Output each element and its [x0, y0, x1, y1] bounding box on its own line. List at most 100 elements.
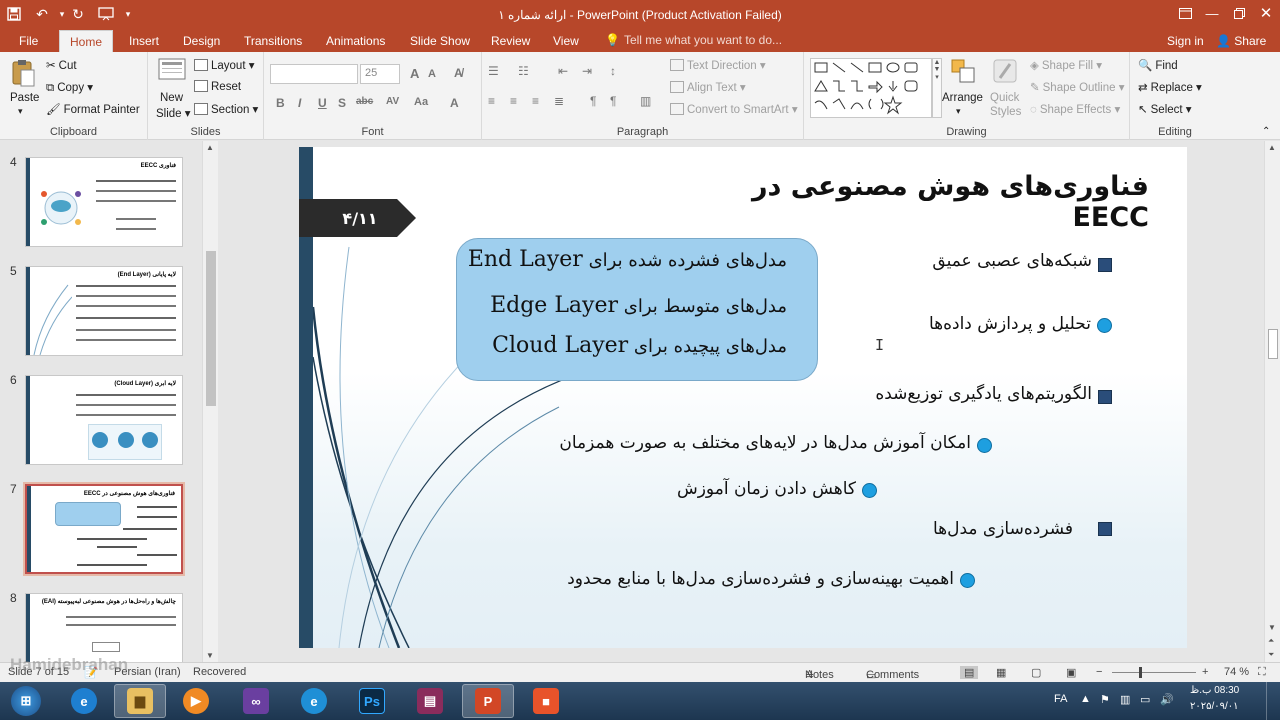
edge-browser-icon[interactable]: e	[288, 684, 340, 718]
bullets-icon[interactable]: ☰	[488, 64, 499, 78]
shapes-more-icon[interactable]: ▲ ▼ ▾	[932, 58, 942, 118]
normal-view-icon[interactable]: ▤	[960, 666, 979, 679]
reading-view-icon[interactable]: ▢	[1031, 666, 1041, 679]
next-slide-icon[interactable]: ⏷	[1268, 650, 1274, 660]
grow-font-button[interactable]: A	[410, 66, 419, 81]
flag-icon[interactable]: ⚑	[1100, 693, 1110, 706]
thumbnails-scrollbar[interactable]: ▲ ▼	[202, 141, 218, 662]
bullet-item[interactable]: تحلیل و پردازش داده‌ها	[929, 314, 1091, 334]
tab-animations[interactable]: Animations	[326, 33, 385, 52]
zoom-out-icon[interactable]: −	[1096, 666, 1102, 678]
bullet-item[interactable]: فشرده‌سازی مدل‌ها	[933, 519, 1073, 539]
language-tray[interactable]: FA	[1054, 693, 1067, 705]
shape-effects-button[interactable]: ◌ Shape Effects ▾	[1030, 102, 1120, 116]
slide-sorter-icon[interactable]: ▦	[996, 666, 1006, 679]
maximize-icon[interactable]	[1224, 2, 1254, 24]
copy-button[interactable]: ⧉ Copy ▾	[46, 80, 93, 95]
share-button[interactable]: 👤 Share	[1216, 33, 1266, 52]
tell-me-box[interactable]: 💡 Tell me what you want to do...	[605, 33, 782, 47]
tab-transitions[interactable]: Transitions	[244, 33, 302, 52]
collapse-ribbon-icon[interactable]: ⌃	[1262, 126, 1270, 137]
clock-time[interactable]: 08:30 ب.ظ	[1190, 685, 1239, 696]
format-painter-button[interactable]: 🖌 Format Painter	[46, 102, 140, 116]
decrease-indent-icon[interactable]: ⇤	[558, 64, 568, 78]
fit-slide-icon[interactable]: ⛶	[1258, 666, 1266, 679]
slideshow-view-icon[interactable]: ▣	[1066, 666, 1076, 679]
thumbnail-slide-5[interactable]: لایه پایانی (End Layer)	[25, 266, 183, 356]
bullet-item[interactable]: اهمیت بهینه‌سازی و فشرده‌سازی مدل‌ها با …	[567, 569, 954, 589]
tab-insert[interactable]: Insert	[129, 33, 159, 52]
new-slide-icon[interactable]	[158, 58, 186, 86]
select-button[interactable]: ↖ Select ▾	[1138, 102, 1192, 116]
paste-icon[interactable]	[10, 58, 36, 87]
arrange-button[interactable]: Arrange	[942, 92, 983, 104]
editor-scroll-thumb[interactable]	[1268, 329, 1278, 359]
winrar-icon[interactable]: ▤	[404, 684, 456, 718]
font-name-combo[interactable]	[270, 64, 358, 84]
char-spacing-icon[interactable]: AV	[386, 96, 399, 107]
paste-dropdown-icon[interactable]: ▾	[18, 106, 23, 117]
minimize-icon[interactable]: —	[1197, 2, 1227, 24]
shape-outline-button[interactable]: ✎ Shape Outline ▾	[1030, 80, 1125, 94]
align-text-button[interactable]: Align Text ▾	[670, 80, 746, 94]
prev-slide-icon[interactable]: ⏶	[1268, 636, 1274, 646]
change-case-button[interactable]: Aa	[414, 96, 428, 108]
zoom-in-icon[interactable]: +	[1202, 666, 1208, 678]
restore-ribbon-icon[interactable]	[1170, 2, 1200, 24]
scroll-up-icon[interactable]: ▲	[206, 143, 214, 152]
thumbnail-slide-8[interactable]: چالش‌ها و راه‌حل‌ها در هوش مصنوعی لبه‌پی…	[25, 593, 183, 662]
bullet-item[interactable]: شبکه‌های عصبی عمیق	[932, 251, 1092, 271]
quick-styles-label-2[interactable]: Styles	[990, 106, 1021, 118]
tab-home[interactable]: Home	[59, 30, 114, 52]
tab-review[interactable]: Review	[491, 33, 530, 52]
align-left-icon[interactable]: ≡	[488, 94, 495, 108]
italic-button[interactable]: I	[298, 96, 301, 110]
font-size-combo[interactable]: 25	[360, 64, 400, 84]
strikethrough-button[interactable]: abc	[356, 96, 373, 107]
zoom-slider-track[interactable]	[1112, 672, 1196, 673]
slide-canvas[interactable]: ۴/۱۱ فناوری‌های هوش مصنوعی در EECC مدل‌ه…	[299, 147, 1187, 648]
paste-button[interactable]: Paste	[10, 92, 39, 104]
arrange-icon[interactable]	[950, 58, 976, 86]
shadow-button[interactable]: S	[338, 96, 346, 110]
network-icon[interactable]: ▥	[1120, 693, 1130, 706]
rtl-icon[interactable]: ¶	[610, 94, 616, 108]
align-center-icon[interactable]: ≡	[510, 94, 517, 108]
shape-fill-button[interactable]: ◈ Shape Fill ▾	[1030, 58, 1102, 72]
quick-styles-label-1[interactable]: Quick	[990, 92, 1019, 104]
photoshop-icon[interactable]: Ps	[346, 684, 398, 718]
thumbnails-scroll-thumb[interactable]	[206, 251, 216, 406]
visual-studio-icon[interactable]: ∞	[230, 684, 282, 718]
underline-button[interactable]: U	[318, 96, 327, 110]
tab-slide-show[interactable]: Slide Show	[410, 33, 470, 52]
show-desktop-button[interactable]	[1266, 682, 1280, 720]
zoom-level[interactable]: 74 %	[1224, 666, 1249, 678]
thumbnail-slide-7[interactable]: فناوری‌های هوش مصنوعی در EECC	[23, 482, 185, 576]
tab-design[interactable]: Design	[183, 33, 220, 52]
text-direction-button[interactable]: Text Direction ▾	[670, 58, 766, 72]
find-button[interactable]: 🔍 Find	[1138, 58, 1178, 72]
line-spacing-icon[interactable]: ↕	[610, 64, 616, 78]
screen-recorder-icon[interactable]: ■	[520, 684, 572, 718]
close-icon[interactable]: ✕	[1251, 2, 1280, 24]
bullet-item[interactable]: کاهش دادن زمان آموزش	[677, 479, 856, 499]
powerpoint-icon[interactable]: P	[462, 684, 514, 718]
thumbnail-slide-6[interactable]: لایه ابری (Cloud Layer)	[25, 375, 183, 465]
tab-file[interactable]: File	[19, 33, 38, 52]
quick-styles-icon[interactable]	[992, 58, 1018, 86]
editor-scrollbar[interactable]: ▲ ▼ ⏶ ⏷	[1264, 141, 1280, 662]
layout-button[interactable]: Layout ▾	[194, 58, 255, 72]
clock-date[interactable]: ۲۰۲۵/۰۹/۰۱	[1190, 701, 1239, 712]
slide-title[interactable]: فناوری‌های هوش مصنوعی در EECC	[739, 171, 1149, 233]
section-button[interactable]: Section ▾	[194, 102, 258, 116]
volume-icon[interactable]: 🔊	[1160, 693, 1174, 706]
shapes-gallery[interactable]	[810, 58, 932, 118]
reset-button[interactable]: Reset	[194, 80, 241, 93]
ltr-icon[interactable]: ¶	[590, 94, 596, 108]
new-slide-label-2[interactable]: Slide ▾	[156, 106, 191, 120]
columns-icon[interactable]: ▥	[640, 94, 651, 108]
sign-in-link[interactable]: Sign in	[1167, 33, 1204, 52]
thumbnail-slide-4[interactable]: فناوری EECC	[25, 157, 183, 247]
numbering-icon[interactable]: ☷	[518, 64, 529, 78]
clear-format-icon[interactable]: A̸	[454, 66, 463, 80]
